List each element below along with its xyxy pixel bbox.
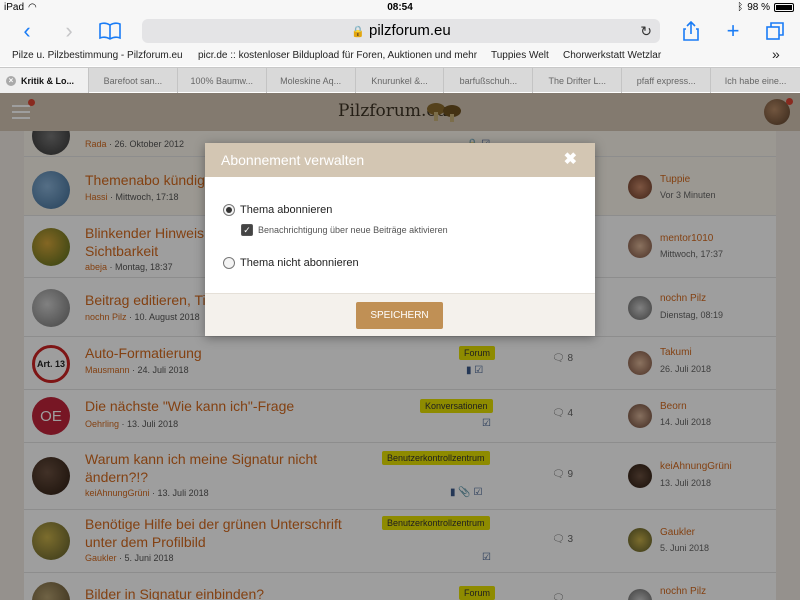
notify-checkbox-label: Benachrichtigung über neue Beiträge akti…	[258, 225, 448, 235]
new-tab-icon[interactable]: +	[718, 16, 748, 46]
bookmarks-bar: Pilze u. Pilzbestimmung - Pilzforum.eu p…	[0, 46, 800, 66]
dialog-header: Abonnement verwalten ✖	[205, 143, 595, 177]
tab-label: Knurunkel &...	[371, 75, 428, 86]
tab-label: 100% Baumw...	[190, 75, 253, 86]
back-icon[interactable]: ‹	[12, 16, 42, 46]
tab-label: Ich habe eine...	[724, 75, 787, 86]
close-icon[interactable]: ✖	[564, 143, 577, 177]
bookmark-item[interactable]: Chorwerkstatt Wetzlar	[563, 50, 661, 61]
radio-subscribe[interactable]: Thema abonnieren	[223, 204, 332, 216]
url-text: pilzforum.eu	[369, 22, 451, 39]
dialog-title: Abonnement verwalten	[221, 152, 365, 168]
checkbox-checked-icon[interactable]: ✓	[241, 224, 253, 236]
tab[interactable]: Moleskine Aq...	[267, 68, 356, 93]
tab[interactable]: Ich habe eine...	[711, 68, 800, 93]
save-button[interactable]: SPEICHERN	[356, 302, 443, 329]
browser-toolbar: ‹ › 🔒 pilzforum.eu ↻ +	[0, 16, 800, 46]
subscription-dialog: Abonnement verwalten ✖ Thema abonnieren …	[205, 143, 595, 336]
bookmark-item[interactable]: picr.de :: kostenloser Bildupload für Fo…	[198, 50, 477, 61]
more-bookmarks-icon[interactable]: »	[772, 46, 780, 62]
address-bar[interactable]: 🔒 pilzforum.eu ↻	[142, 19, 660, 43]
tab[interactable]: Barefoot san...	[89, 68, 178, 93]
battery-percent: 98 %	[747, 2, 770, 13]
bluetooth-icon: ᛒ	[737, 2, 744, 13]
tab-active[interactable]: × Kritik & Lo...	[0, 68, 89, 93]
tab-label: Moleskine Aq...	[280, 75, 342, 86]
tab-label: barfußschuh...	[459, 75, 518, 86]
tab-label: pfaff express...	[636, 75, 696, 86]
radio-unsubscribe[interactable]: Thema nicht abonnieren	[223, 257, 359, 269]
forward-icon[interactable]: ›	[54, 16, 84, 46]
status-bar: iPad ◠ 08:54 ᛒ 98 %	[0, 0, 800, 16]
bookmark-item[interactable]: Pilze u. Pilzbestimmung - Pilzforum.eu	[12, 50, 183, 61]
tab[interactable]: 100% Baumw...	[178, 68, 267, 93]
radio-unsubscribe-label: Thema nicht abonnieren	[240, 257, 359, 269]
tab-label: Kritik & Lo...	[21, 75, 75, 86]
share-icon[interactable]	[676, 16, 706, 46]
tab[interactable]: Knurunkel &...	[356, 68, 445, 93]
tab[interactable]: barfußschuh...	[444, 68, 534, 93]
tab-label: Barefoot san...	[103, 75, 163, 86]
radio-unchecked-icon[interactable]	[223, 257, 235, 269]
tab-label: The Drifter L...	[548, 75, 607, 86]
tabs-overview-icon[interactable]	[760, 16, 790, 46]
battery-icon	[774, 3, 794, 12]
reload-icon[interactable]: ↻	[640, 19, 652, 43]
radio-subscribe-label: Thema abonnieren	[240, 204, 333, 216]
notify-checkbox[interactable]: ✓ Benachrichtigung über neue Beiträge ak…	[241, 224, 448, 236]
clock: 08:54	[387, 2, 413, 13]
close-tab-icon[interactable]: ×	[6, 75, 16, 86]
radio-checked-icon[interactable]	[223, 204, 235, 216]
lock-icon: 🔒	[351, 26, 365, 38]
bookmark-item[interactable]: Tuppies Welt	[491, 50, 549, 61]
tab[interactable]: pfaff express...	[622, 68, 712, 93]
tab[interactable]: The Drifter L...	[533, 68, 623, 93]
bookmarks-icon[interactable]	[95, 16, 125, 46]
dialog-footer: SPEICHERN	[205, 293, 595, 336]
tab-bar: × Kritik & Lo... Barefoot san... 100% Bau…	[0, 67, 800, 93]
